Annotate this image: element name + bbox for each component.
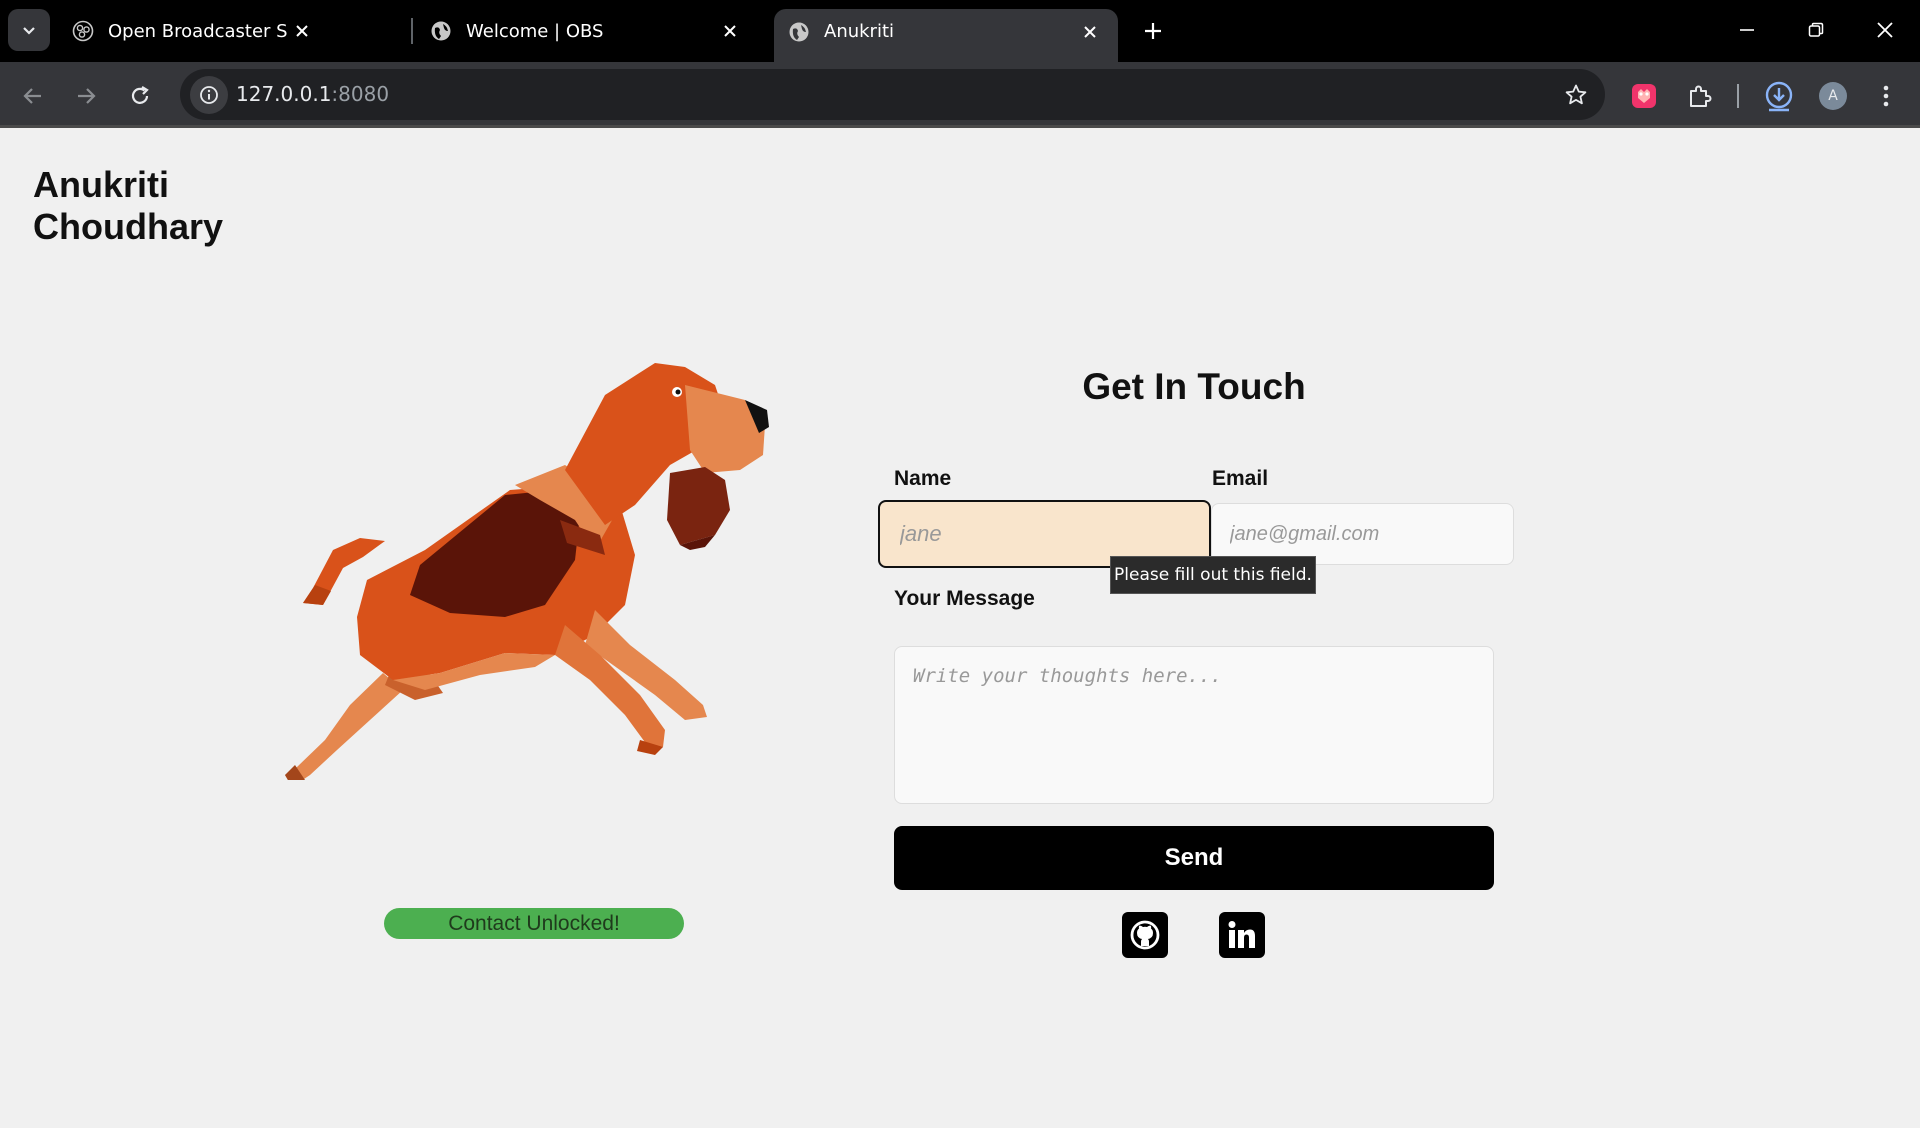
toolbar-divider [1737,84,1739,108]
globe-icon [789,22,809,41]
tab-welcome-obs[interactable]: Welcome | OBS [416,10,758,52]
close-window-button[interactable] [1865,12,1905,48]
back-button[interactable] [13,76,53,116]
arrow-left-icon [23,88,41,104]
beagle-illustration [285,363,769,780]
restore-button[interactable] [1796,12,1836,48]
extensions-menu-button[interactable] [1679,76,1719,116]
puzzle-icon [1690,85,1712,107]
close-icon[interactable] [1076,18,1104,46]
extension-app-icon [1632,84,1656,108]
star-icon [1565,84,1587,105]
contact-title: Get In Touch [1082,366,1306,407]
message-field[interactable] [894,646,1494,804]
url-text: 127.0.0.1:8080 [236,82,389,106]
tab-obs-software[interactable]: Open Broadcaster Software | OI [58,10,330,52]
chevron-down-icon [23,27,35,35]
forward-button[interactable] [66,76,106,116]
browser-menu-button[interactable] [1866,76,1906,116]
profile-button[interactable]: A [1813,76,1853,116]
plus-icon [1145,23,1161,39]
github-icon [1130,920,1160,950]
minimize-icon [1740,29,1754,31]
message-label: Your Message [894,587,1035,610]
send-button[interactable]: Send [894,826,1494,890]
downloads-button[interactable] [1759,76,1799,116]
bookmark-button[interactable] [1561,80,1591,110]
avatar: A [1819,82,1847,110]
site-brand[interactable]: Anukriti Choudhary [33,164,223,248]
more-vertical-icon [1883,85,1889,107]
url-host: 127.0.0.1 [236,82,332,106]
tab-title: Welcome | OBS [466,20,604,42]
minimize-button[interactable] [1727,12,1767,48]
reload-icon [131,86,149,104]
address-bar[interactable]: 127.0.0.1:8080 [180,69,1605,120]
tab-strip: Open Broadcaster Software | OI Welcome |… [0,0,1920,62]
brand-last-name: Choudhary [33,206,224,247]
tab-anukriti[interactable]: Anukriti [774,9,1118,62]
reload-button[interactable] [120,76,160,116]
new-tab-button[interactable] [1136,14,1170,48]
tab-title: Open Broadcaster Software | OI [108,20,288,42]
github-link[interactable] [1122,912,1168,958]
tab-title: Anukriti [824,21,895,42]
brand-first-name: Anukriti [33,164,170,205]
site-info-button[interactable] [190,76,228,114]
download-icon [1765,81,1793,112]
info-icon [200,86,218,104]
status-pill: Contact Unlocked! [384,908,684,939]
close-icon [1877,22,1893,38]
url-port: :8080 [331,82,390,106]
tab-separator [411,18,413,44]
linkedin-icon [1228,921,1255,948]
email-label: Email [1212,467,1269,490]
restore-icon [1808,22,1824,37]
close-icon[interactable] [716,17,744,45]
browser-toolbar: 127.0.0.1:8080 A [0,62,1920,128]
linkedin-link[interactable] [1219,912,1265,958]
obs-icon [72,20,94,42]
validation-tooltip: Please fill out this field. [1110,556,1316,594]
extension-button[interactable] [1624,76,1664,116]
close-icon[interactable] [288,17,316,45]
tab-search-button[interactable] [8,9,50,51]
arrow-right-icon [78,88,96,104]
globe-icon [431,21,451,41]
name-label: Name [894,467,952,490]
